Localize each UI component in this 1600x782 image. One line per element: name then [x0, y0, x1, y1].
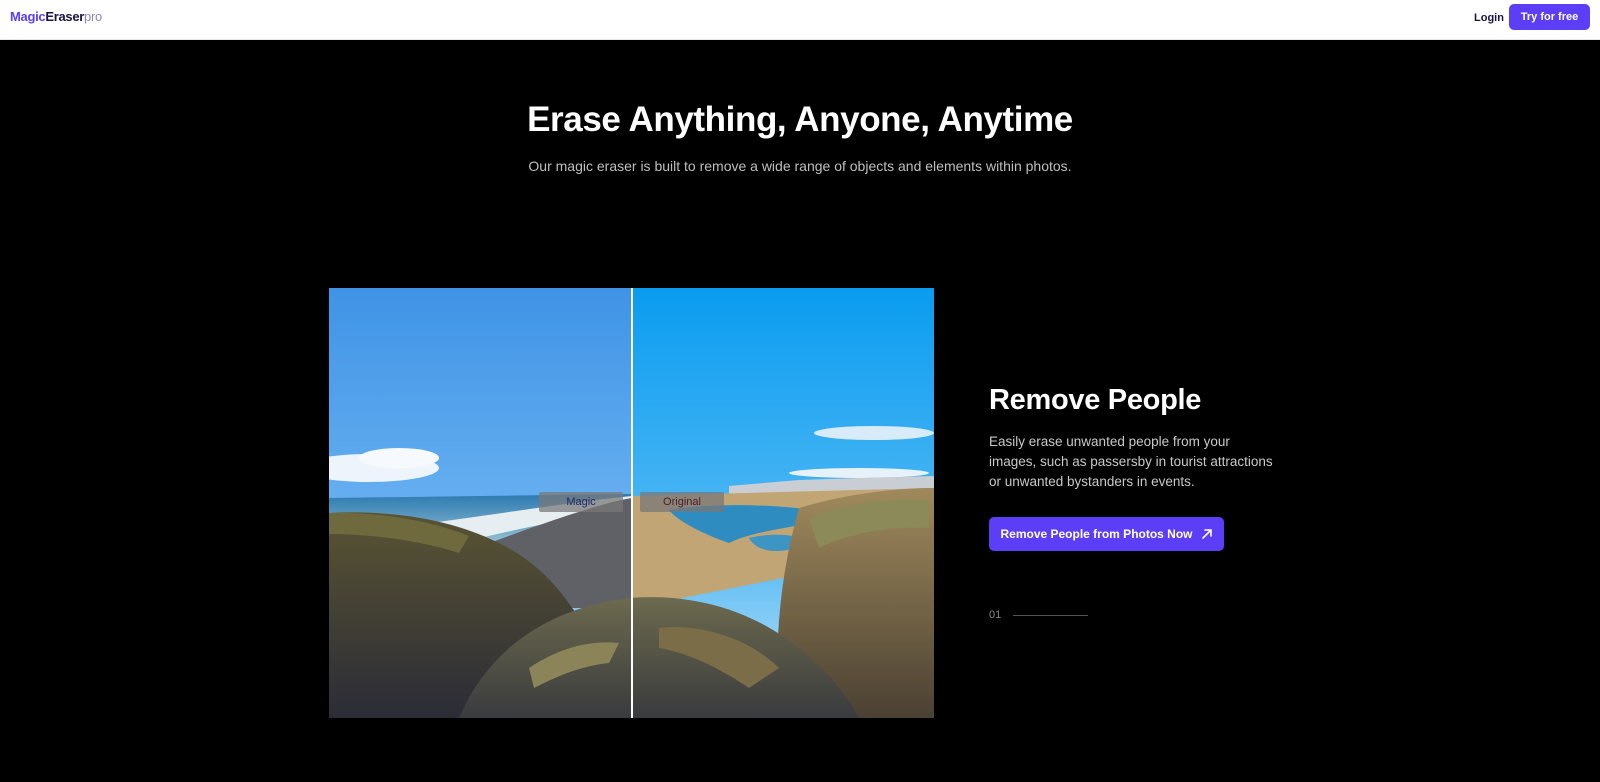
feature-progress-line — [1013, 615, 1088, 616]
logo-magic: Magic — [10, 9, 46, 24]
hero-subtitle: Our magic eraser is built to remove a wi… — [528, 158, 1072, 174]
logo-pro: pro — [84, 9, 102, 24]
logo-eraser: Eraser — [45, 9, 85, 24]
comparison-slider-handle[interactable] — [631, 288, 633, 718]
logo[interactable]: MagicEraserpro — [10, 9, 102, 24]
original-label: Original — [640, 492, 724, 512]
login-link[interactable]: Login — [1474, 12, 1504, 24]
remove-people-cta-button[interactable]: Remove People from Photos Now — [989, 517, 1224, 551]
hero-title: Erase Anything, Anyone, Anytime — [527, 100, 1073, 139]
feature-title: Remove People — [989, 384, 1202, 416]
top-nav: MagicEraserpro Login Try for free — [0, 0, 1600, 40]
before-after-comparison[interactable]: Magic Original — [329, 288, 934, 718]
feature-index: 01 — [989, 609, 1002, 621]
cta-label: Remove People from Photos Now — [1000, 527, 1193, 541]
feature-description: Easily erase unwanted people from your i… — [989, 434, 1273, 489]
try-for-free-button[interactable]: Try for free — [1509, 4, 1590, 30]
magic-label: Magic — [539, 492, 623, 512]
arrow-up-right-icon — [1201, 528, 1213, 540]
